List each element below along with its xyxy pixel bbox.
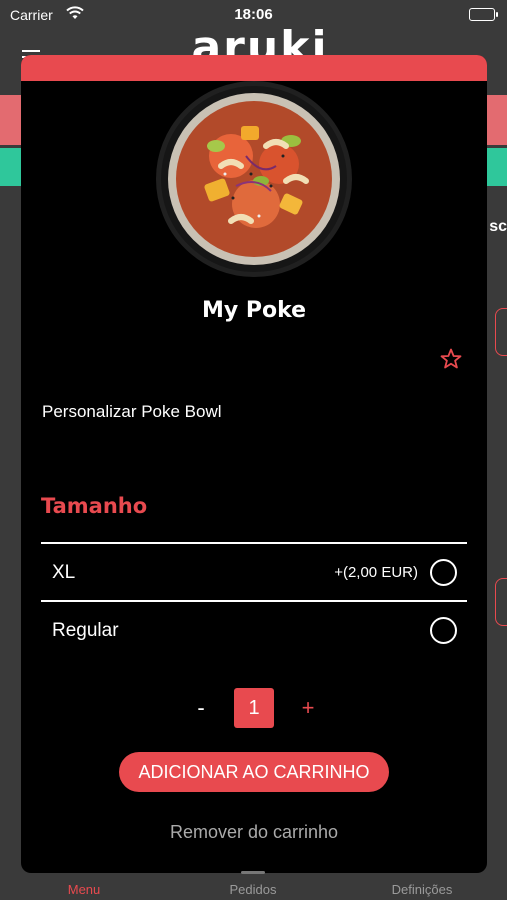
product-modal: My Poke Personalizar Poke Bowl Tamanho X… <box>21 55 487 873</box>
tab-settings[interactable]: Definições <box>377 882 467 897</box>
quantity-value: 1 <box>234 688 274 728</box>
option-label: XL <box>52 562 76 583</box>
poke-bowl-image <box>156 81 352 277</box>
product-subtitle: Personalizar Poke Bowl <box>42 402 222 421</box>
size-section-title: Tamanho <box>41 494 148 518</box>
background-card-edge <box>495 308 507 356</box>
background-peek-text: sc <box>489 218 507 235</box>
background-card-edge <box>495 578 507 626</box>
quantity-increment-button[interactable]: + <box>296 690 320 726</box>
quantity-decrement-button[interactable]: - <box>189 690 213 726</box>
radio-button[interactable] <box>430 617 457 644</box>
option-price: +(2,00 EUR) <box>334 564 418 581</box>
divider <box>41 542 467 544</box>
tab-menu[interactable]: Menu <box>44 882 124 897</box>
modal-header-bar <box>21 55 487 81</box>
remove-from-cart-link[interactable]: Remover do carrinho <box>21 822 487 843</box>
favorite-star-icon[interactable] <box>439 347 463 371</box>
tab-orders[interactable]: Pedidos <box>213 882 293 897</box>
clock: 18:06 <box>234 6 273 23</box>
radio-button[interactable] <box>430 559 457 586</box>
battery-icon <box>469 8 498 21</box>
option-label: Regular <box>52 620 119 641</box>
add-to-cart-button[interactable]: ADICIONAR AO CARRINHO <box>119 752 389 792</box>
tab-bar: Menu Pedidos Definições <box>0 873 507 900</box>
divider <box>41 600 467 602</box>
product-title: My Poke <box>201 298 307 323</box>
size-option-xl[interactable]: XL +(2,00 EUR) <box>41 545 467 600</box>
size-option-regular[interactable]: Regular <box>41 603 467 658</box>
